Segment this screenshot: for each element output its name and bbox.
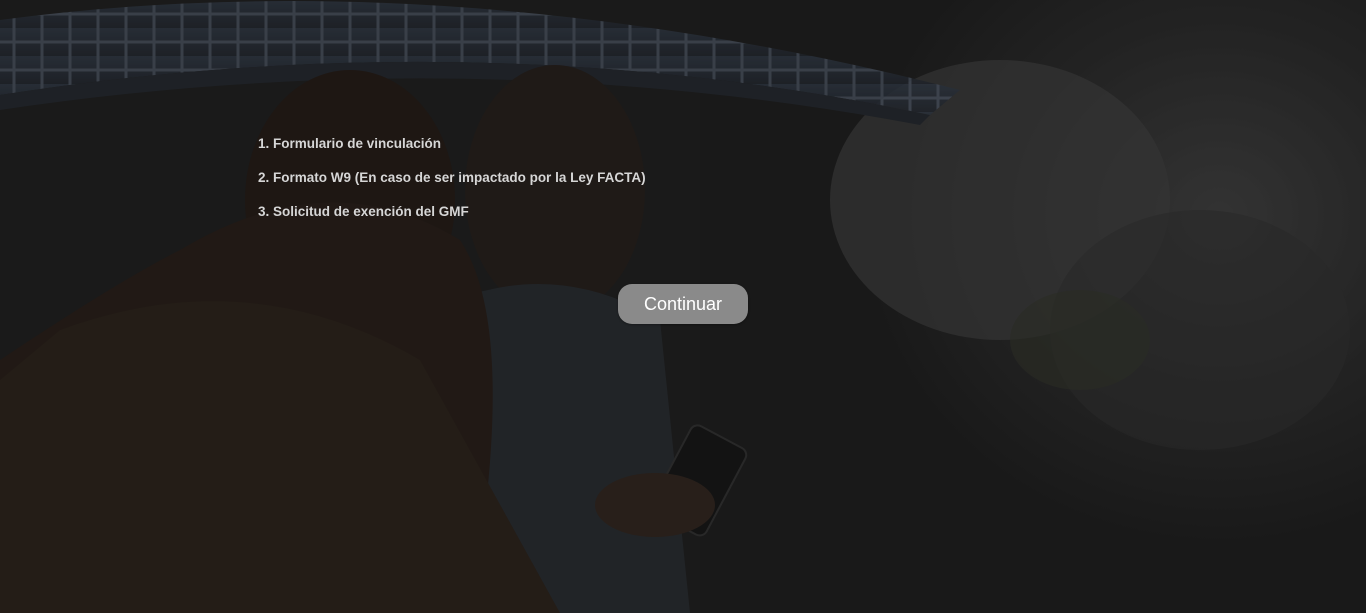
page-stage: 1. Formulario de vinculación 2. Formato … — [0, 0, 1366, 613]
document-item-3: 3. Solicitud de exención del GMF — [258, 204, 469, 219]
document-item-1: 1. Formulario de vinculación — [258, 136, 442, 151]
required-documents-list: 1. Formulario de vinculación 2. Formato … — [258, 136, 646, 238]
continue-button[interactable]: Continuar — [618, 284, 748, 324]
document-item-2: 2. Formato W9 (En caso de ser impactado … — [258, 170, 646, 185]
